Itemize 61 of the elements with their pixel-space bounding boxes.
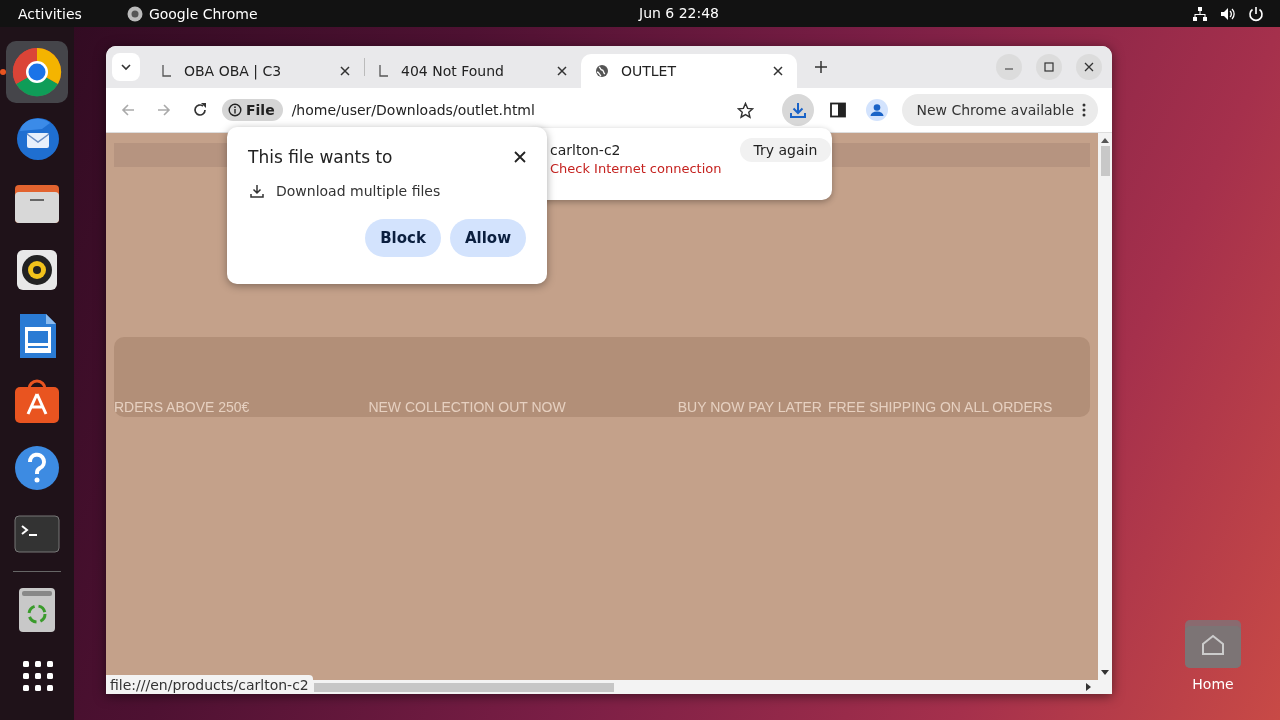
- scroll-right-icon[interactable]: [1086, 683, 1092, 691]
- ticker-text: BUY NOW PAY LATER: [677, 399, 822, 415]
- vertical-scrollbar[interactable]: [1098, 133, 1112, 680]
- close-icon[interactable]: [340, 66, 350, 76]
- tab-title: OUTLET: [621, 63, 677, 79]
- close-icon[interactable]: [557, 66, 567, 76]
- star-icon[interactable]: [737, 101, 755, 119]
- chrome-launcher[interactable]: [6, 41, 68, 103]
- loading-icon: [379, 65, 389, 77]
- ticker-text: RDERS ABOVE 250€: [114, 399, 250, 415]
- maximize-icon: [1044, 62, 1054, 72]
- chrome-icon: [126, 5, 143, 22]
- ticker-text: NEW COLLECTION OUT NOW: [368, 399, 566, 415]
- permission-button[interactable]: Allow: [449, 219, 526, 257]
- home-folder-icon[interactable]: [1185, 620, 1241, 668]
- chevron-down-icon: [120, 61, 132, 73]
- scroll-thumb[interactable]: [1100, 146, 1110, 176]
- globe-icon: [595, 64, 609, 78]
- clock[interactable]: Jun 6 22:48: [639, 5, 720, 21]
- side-panel-icon[interactable]: [830, 102, 847, 118]
- close-icon[interactable]: [773, 66, 783, 76]
- site-info-chip[interactable]: File: [222, 99, 283, 121]
- permission-button[interactable]: Block: [365, 219, 441, 257]
- home-label[interactable]: Home: [1192, 676, 1234, 692]
- update-button[interactable]: New Chrome available: [902, 94, 1098, 126]
- network-icon[interactable]: [1192, 5, 1208, 22]
- close-icon: [1084, 62, 1094, 72]
- loading-icon: [162, 65, 172, 77]
- scroll-down-icon[interactable]: [1101, 670, 1109, 676]
- chrome-icon: [12, 47, 62, 97]
- app-menu[interactable]: Google Chrome: [148, 5, 258, 22]
- browser-tab[interactable]: OUTLET: [581, 54, 797, 88]
- reload-icon[interactable]: [192, 102, 208, 118]
- new-tab-icon[interactable]: [815, 61, 827, 73]
- browser-tab[interactable]: OBA OBA | C3: [148, 54, 364, 88]
- try-again-button[interactable]: Try again: [739, 138, 832, 162]
- permission-text: Download multiple files: [276, 183, 441, 199]
- close-icon[interactable]: [514, 151, 526, 163]
- profile-icon[interactable]: [866, 99, 889, 121]
- download-status: Check Internet connection: [550, 161, 722, 176]
- minimize-button[interactable]: [996, 54, 1022, 80]
- ticker-text: FREE SHIPPING ON ALL ORDERS: [827, 399, 1053, 415]
- popup-title: This file wants to: [248, 147, 393, 167]
- browser-tab[interactable]: 404 Not Found: [365, 54, 581, 88]
- scroll-up-icon[interactable]: [1101, 137, 1109, 143]
- download-filename: carlton-c2: [550, 142, 622, 158]
- download-button[interactable]: [782, 94, 815, 126]
- address-text[interactable]: /home/user/Downloads/outlet.html: [291, 102, 729, 118]
- more-icon: [1082, 103, 1086, 117]
- download-icon: [250, 184, 264, 198]
- tab-title: 404 Not Found: [401, 63, 505, 79]
- help-icon: [12, 443, 62, 493]
- tab-title: OBA OBA | C3: [184, 63, 283, 79]
- tab-search-button[interactable]: [112, 53, 140, 81]
- power-icon[interactable]: [1248, 5, 1264, 22]
- download-icon: [789, 101, 808, 119]
- maximize-button[interactable]: [1036, 54, 1062, 80]
- activities-button[interactable]: Activities: [18, 5, 82, 22]
- status-url-tooltip: file:///en/products/carlton-c2: [106, 675, 313, 694]
- close-button[interactable]: [1076, 54, 1102, 80]
- info-icon: [228, 103, 242, 117]
